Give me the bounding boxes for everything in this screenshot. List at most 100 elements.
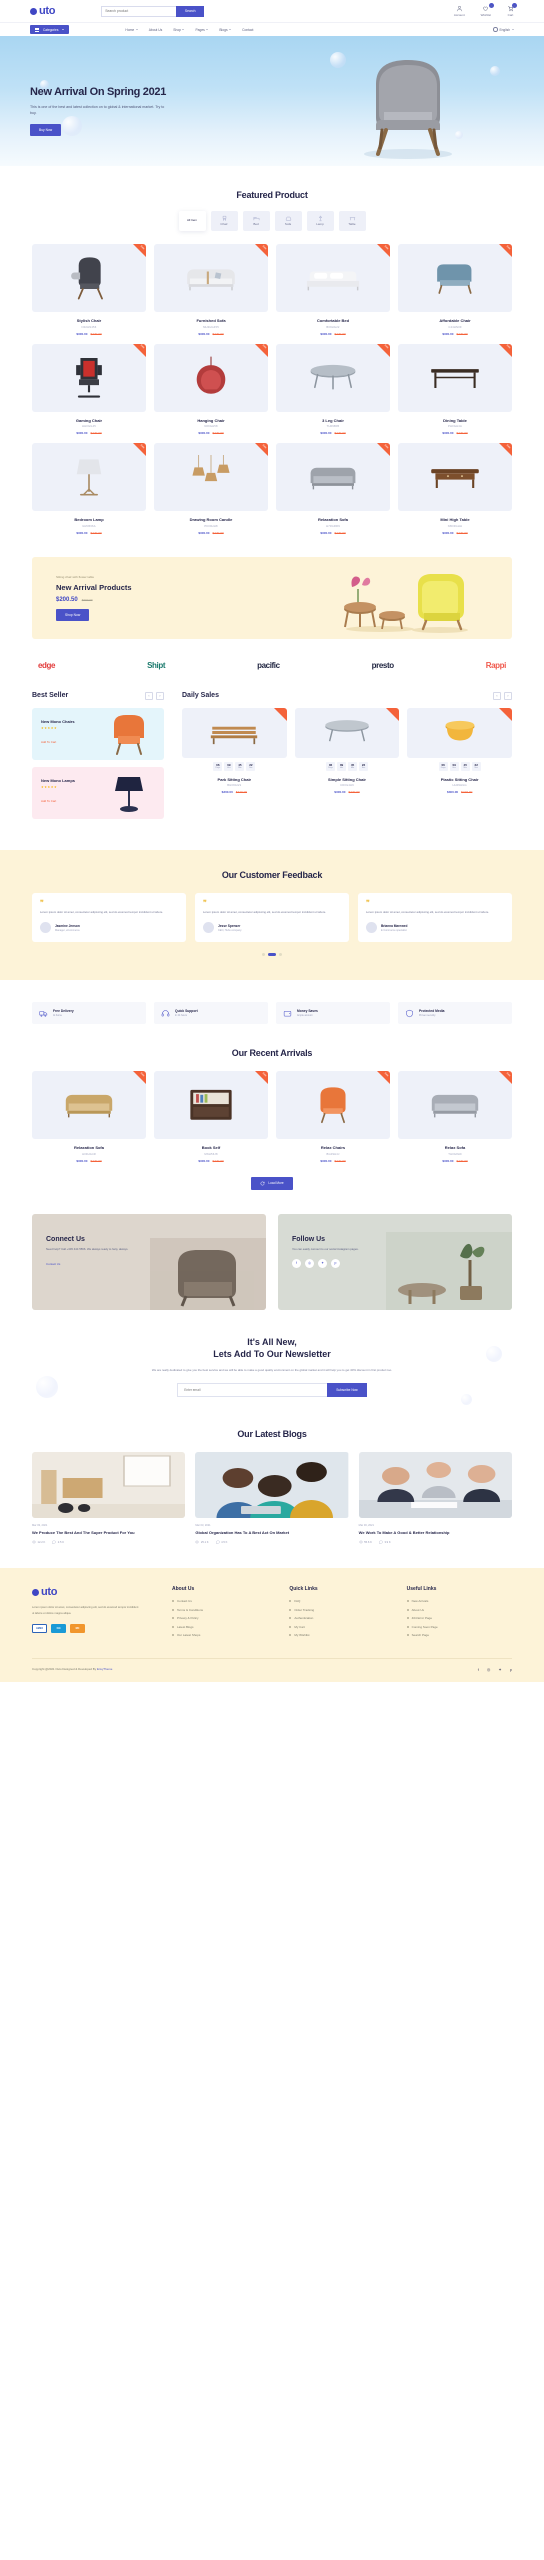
product-price-old: $420.00 — [235, 790, 248, 795]
footer-link[interactable]: Privacy & Policy — [172, 1616, 277, 1620]
product-price-new: $300.00 — [76, 530, 88, 535]
prev-arrow-button[interactable]: ‹ — [493, 691, 501, 700]
daily-sale-card[interactable]: 06 Days 09 Hrs 45 Min 22 Sec Park Sitting Ch… — [182, 707, 287, 795]
globe-icon — [493, 27, 498, 32]
pinterest-icon[interactable]: p — [510, 1667, 512, 1672]
product-card[interactable]: Sale Mini High Table N8O9GHH $300.00 $42… — [398, 443, 512, 535]
filter-tab-sofa[interactable]: Sofa — [274, 211, 302, 231]
next-arrow-button[interactable]: › — [504, 691, 512, 700]
footer-link[interactable]: 404 Error Page — [407, 1616, 512, 1620]
nav-item-about[interactable]: About Us — [149, 28, 163, 32]
footer-link[interactable]: Our Latest Shops — [172, 1633, 277, 1637]
search-button[interactable]: Search — [176, 5, 205, 17]
newsletter-email-input[interactable] — [177, 1383, 328, 1398]
add-to-cart-link[interactable]: Add To Cart — [41, 799, 56, 803]
load-more-label: Load More — [268, 1181, 284, 1186]
search-input[interactable] — [101, 5, 177, 17]
daily-sale-card[interactable]: 06 Days 09 Hrs 45 Min 22 Sec Simple Sitting … — [294, 707, 400, 794]
load-more-button[interactable]: Load More — [251, 1176, 293, 1190]
carousel-dot[interactable] — [279, 953, 282, 957]
filter-tab-chair[interactable]: Chair — [210, 211, 238, 231]
product-card[interactable]: Sale Affordable Chair C44HN09 $300.00 $4… — [398, 244, 512, 336]
product-card[interactable]: Sale Relaxation Sofa H70GRR9 $300.00 $42… — [276, 443, 390, 535]
connect-contact-link[interactable]: Contact Us — [46, 1262, 60, 1266]
hero-buy-now-button[interactable]: Buy Now — [30, 124, 62, 137]
header-icon-group: Account 0 Wishlist 0 Cart — [454, 3, 517, 17]
blog-card[interactable]: Mar 03, 2021 We Work To Make A Good & Be… — [358, 1452, 512, 1545]
footer-logo[interactable]: uto — [32, 1586, 160, 1598]
newsletter-subscribe-button[interactable]: Subscribe Now — [327, 1383, 367, 1398]
facebook-icon[interactable]: f — [478, 1667, 479, 1672]
filter-tab-lamp[interactable]: Lamp — [306, 211, 334, 231]
product-price-old: $420.00 — [461, 790, 473, 795]
carousel-dot[interactable] — [262, 953, 265, 957]
blog-card[interactable]: Mar 03, 2021 We Produce The Best And The… — [32, 1452, 186, 1545]
product-card[interactable]: Sale Hanging Chair N09GH58 $300.00 $420.… — [154, 343, 268, 435]
product-card[interactable]: Sale Bedroom Lamp GM4566A $300.00 $420.0… — [32, 443, 146, 535]
next-arrow-button[interactable]: › — [156, 691, 164, 700]
footer-link[interactable]: Latest Blogs — [172, 1625, 277, 1629]
product-price-new: $300.00 — [198, 530, 210, 535]
newsletter-title-line1: It's All New, — [247, 1336, 297, 1347]
footer-link[interactable]: About Us — [407, 1608, 512, 1612]
daily-sale-card[interactable]: 06 Days 09 Hrs 45 Min 22 Sec Plastic Sitting… — [407, 707, 512, 795]
product-card[interactable]: Sale Gaming Chair HH0GG45 $300.00 $420.0… — [32, 343, 146, 435]
footer-link[interactable]: Contact Us — [172, 1599, 277, 1603]
footer-link[interactable]: Terms & Conditions — [172, 1608, 277, 1612]
blog-title: We Produce The Best And The Super Produc… — [32, 1530, 135, 1536]
nav-item-shop[interactable]: Shop — [173, 28, 185, 32]
product-name: Gaming Chair — [75, 417, 103, 423]
product-card[interactable]: Sale Dining Table PH0GH4A $300.00 $420.0… — [398, 343, 512, 435]
footer-link[interactable]: Coming Soon Page — [407, 1625, 512, 1629]
feedback-inner: Our Customer Feedback ❞ Lorem ipsum dolo… — [32, 870, 512, 957]
account-link[interactable]: Account — [454, 5, 465, 17]
nav-item-contact[interactable]: Contact — [242, 28, 253, 32]
twitter-icon[interactable]: ✦ — [318, 1258, 327, 1268]
product-card[interactable]: Sale 3 Leg Chair TH09B95 $300.00 $420.00 — [276, 343, 390, 435]
cart-link[interactable]: 0 Cart — [507, 3, 517, 17]
copyright-brand[interactable]: EnvyTheme — [97, 1667, 112, 1671]
site-logo[interactable]: uto — [30, 5, 56, 17]
pinterest-icon[interactable]: p — [331, 1258, 340, 1268]
nav-item-home[interactable]: Home — [125, 28, 138, 32]
product-card[interactable]: Sale Relax Sofa TH0G8H9 $300.00 $420.00 — [398, 1071, 512, 1163]
prev-arrow-button[interactable]: ‹ — [145, 691, 153, 700]
footer-link[interactable]: FAQ — [289, 1599, 394, 1603]
categories-button[interactable]: Categories — [30, 25, 70, 34]
instagram-icon[interactable]: ◎ — [305, 1258, 314, 1268]
best-seller-card[interactable]: New Mono Lamps ★★★★★ Add To Cart — [32, 766, 164, 819]
nav-item-pages[interactable]: Pages — [195, 28, 209, 32]
blog-views: 25.1 K — [195, 1540, 209, 1544]
newsletter-form: Subscribe Now — [32, 1383, 512, 1398]
footer-link[interactable]: My Cart — [289, 1625, 394, 1629]
facebook-icon[interactable]: f — [292, 1258, 301, 1268]
footer-link[interactable]: Search Page — [407, 1633, 512, 1637]
footer-link[interactable]: Authentication — [289, 1616, 394, 1620]
product-card[interactable]: Sale Drawing Room Candle PK09HH8 $300.00… — [154, 443, 268, 535]
product-price-old: $420.00 — [90, 431, 102, 435]
product-card[interactable]: Sale Relaxation Sofa H09HG4R $300.00 $42… — [32, 1071, 146, 1163]
product-card[interactable]: Sale Comfortable Bed B09HG22 $300.00 $42… — [276, 244, 390, 336]
product-price-new: $300.00 — [442, 431, 454, 435]
footer-link[interactable]: Order Tracking — [289, 1608, 394, 1612]
product-card[interactable]: Sale Stylish Chair N02HN456 $300.00 $420… — [32, 244, 146, 336]
footer-link[interactable]: My Wishlist — [289, 1633, 394, 1637]
promo-shop-now-button[interactable]: Shop Now — [56, 608, 90, 621]
product-card[interactable]: Sale Book Self MNH56J8 $300.00 $420.00 — [154, 1071, 268, 1163]
load-more-wrapper: Load More — [32, 1176, 512, 1190]
nav-item-blogs[interactable]: Blogs — [219, 28, 232, 32]
carousel-dot-active[interactable] — [268, 953, 276, 957]
add-to-cart-link[interactable]: Add To Cart — [41, 740, 56, 744]
filter-tab-all-item[interactable]: All Item — [178, 211, 206, 231]
footer-link[interactable]: New Arrivals — [407, 1599, 512, 1603]
product-card[interactable]: Sale Furnished Sofa MH3HG455 $300.00 $42… — [154, 244, 268, 336]
instagram-icon[interactable]: ◎ — [487, 1667, 491, 1672]
wishlist-link[interactable]: 0 Wishlist — [481, 3, 494, 17]
best-seller-card[interactable]: New Mono Chairs ★★★★★ Add To Cart — [32, 707, 164, 760]
language-selector[interactable]: English — [493, 27, 514, 32]
filter-tab-bed[interactable]: Bed — [242, 211, 270, 231]
product-card[interactable]: Sale Relax Chairs BG09H4J $300.00 $420.0… — [276, 1071, 390, 1163]
blog-card[interactable]: Mar 03, 2021 Global Organization Has To … — [195, 1452, 349, 1545]
filter-tab-table[interactable]: Table — [338, 211, 366, 231]
twitter-icon[interactable]: ✦ — [498, 1667, 501, 1672]
